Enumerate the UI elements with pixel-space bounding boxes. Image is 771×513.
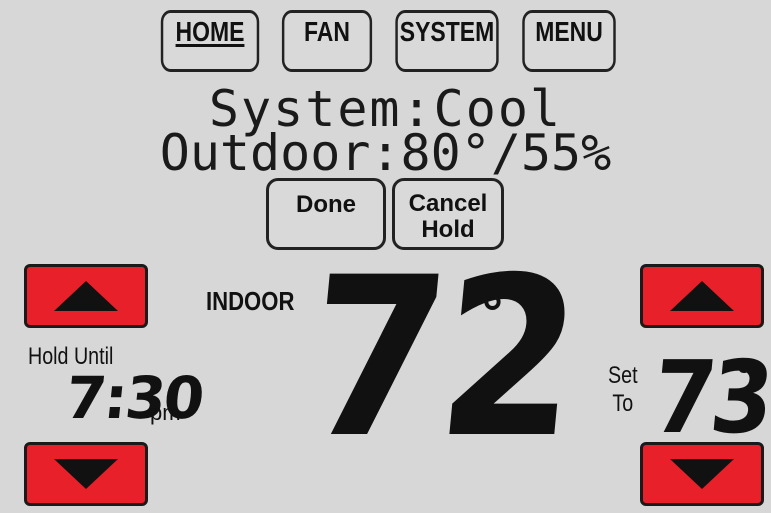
thermostat-screen: HOME FAN SYSTEM MENU System:Cool Outdoor…	[0, 0, 771, 513]
fan-tab-label: FAN	[304, 16, 350, 47]
fan-tab-button[interactable]: FAN	[281, 10, 373, 72]
home-tab-button[interactable]: HOME	[160, 10, 260, 72]
menu-tab-button[interactable]: MENU	[522, 10, 616, 72]
system-tab-label: SYSTEM	[399, 16, 495, 47]
indoor-temperature: 72	[296, 230, 586, 486]
indoor-degree-symbol: °	[480, 285, 505, 343]
up-arrow-icon	[54, 281, 118, 311]
setpoint-up-button[interactable]	[640, 264, 764, 328]
home-tab-label: HOME	[175, 16, 245, 47]
up-arrow-icon	[670, 281, 734, 311]
set-to-label-line2: To	[612, 390, 634, 417]
done-label: Done	[296, 191, 356, 218]
hold-until-ampm: pm	[150, 400, 181, 425]
hold-time-up-button[interactable]	[24, 264, 148, 328]
indoor-label: INDOOR	[206, 286, 295, 316]
set-to-label: Set To	[608, 362, 638, 418]
cancel-hold-label-line1: Cancel	[408, 190, 488, 217]
setpoint-degree-symbol: °	[735, 356, 753, 397]
set-to-label-line1: Set	[608, 362, 638, 389]
down-arrow-icon	[54, 459, 118, 489]
menu-tab-label: MENU	[535, 16, 603, 47]
outdoor-status: Outdoor:80°/55%	[159, 124, 612, 182]
hold-time-down-button[interactable]	[24, 442, 148, 506]
system-tab-button[interactable]: SYSTEM	[395, 10, 499, 72]
hold-until-time: 7:30	[62, 364, 206, 432]
